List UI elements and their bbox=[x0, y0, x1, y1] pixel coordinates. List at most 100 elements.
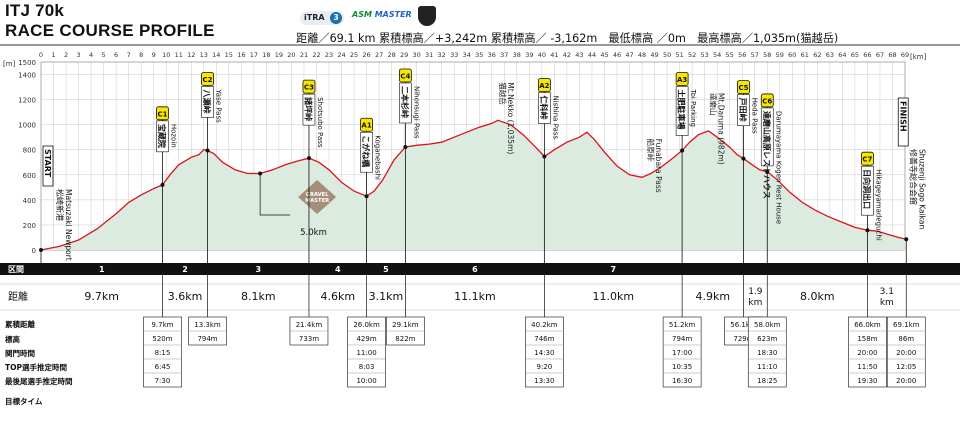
y-tick-label: 400 bbox=[23, 197, 36, 205]
x-tick-label: 63 bbox=[826, 51, 834, 59]
table-cell-value: 86m bbox=[898, 335, 914, 343]
x-tick-label: 6 bbox=[114, 51, 118, 59]
x-tick-label: 42 bbox=[563, 51, 571, 59]
x-tick-label: 39 bbox=[525, 51, 533, 59]
x-tick-label: 14 bbox=[212, 51, 220, 59]
y-tick-label: 0 bbox=[32, 247, 36, 255]
checkpoint-badge-label: C3 bbox=[304, 84, 314, 92]
table-row-label: 最後尾選手推定時間 bbox=[5, 376, 73, 386]
end-badge-text: FINISH bbox=[898, 101, 907, 132]
x-tick-label: 50 bbox=[663, 51, 671, 59]
table-cell-value: 58.0km bbox=[754, 321, 781, 329]
x-tick-label: 62 bbox=[813, 51, 821, 59]
waypoint-name-ja: 仁科峠 bbox=[539, 96, 549, 120]
y-tick-label: 1500 bbox=[18, 59, 36, 67]
waypoint-name-ja: 松崎新港 bbox=[55, 189, 65, 221]
x-tick-label: 67 bbox=[876, 51, 884, 59]
table-cell-value: 11:10 bbox=[757, 363, 777, 371]
waypoint-name-ja: 達磨山高原レストハウス bbox=[762, 111, 772, 199]
section-number: 2 bbox=[182, 265, 188, 274]
x-tick-label: 3 bbox=[76, 51, 80, 59]
x-tick-label: 38 bbox=[513, 51, 521, 59]
section-distance: km bbox=[880, 298, 894, 308]
table-cell-value: 9:20 bbox=[537, 363, 553, 371]
x-tick-label: 66 bbox=[863, 51, 871, 59]
x-tick-label: 29 bbox=[400, 51, 408, 59]
x-tick-label: 4 bbox=[89, 51, 93, 59]
x-tick-label: 68 bbox=[888, 51, 896, 59]
table-cell-value: 794m bbox=[672, 335, 692, 343]
x-tick-label: 17 bbox=[250, 51, 258, 59]
section-distance: 11.0km bbox=[592, 290, 634, 303]
table-cell-value: 623m bbox=[757, 335, 777, 343]
waypoint-name-ja: 宝蔵院 bbox=[157, 124, 167, 148]
table-cell-value: 14:30 bbox=[534, 349, 554, 357]
waypoint-name-en: Yase Pass bbox=[215, 88, 223, 123]
table-cell-value: 16:30 bbox=[672, 377, 692, 385]
checkpoint-badge-label: C4 bbox=[400, 72, 410, 80]
checkpoint-badge-label: C1 bbox=[157, 110, 167, 118]
section-number: 5 bbox=[383, 265, 389, 274]
peak-label-en: Funabara Pass bbox=[654, 139, 663, 193]
section-distance: 8.0km bbox=[800, 290, 835, 303]
waypoint-name-en: Nishina Pass bbox=[551, 96, 559, 140]
section-distance: 11.1km bbox=[454, 290, 496, 303]
x-tick-label: 33 bbox=[450, 51, 458, 59]
x-tick-label: 9 bbox=[152, 51, 156, 59]
waypoint-name-ja: 諸坪峠 bbox=[303, 97, 313, 121]
x-tick-label: 64 bbox=[838, 51, 846, 59]
target-time-label: 目標タイム bbox=[5, 396, 43, 406]
x-tick-label: 54 bbox=[713, 51, 721, 59]
x-tick-label: 41 bbox=[550, 51, 558, 59]
section-distance: 1.9 bbox=[748, 287, 763, 297]
distance-row-label: 距離 bbox=[8, 290, 28, 303]
y-tick-label: 200 bbox=[23, 222, 36, 230]
waypoint-dot bbox=[39, 248, 43, 252]
x-tick-label: 45 bbox=[600, 51, 608, 59]
y-tick-label: 800 bbox=[23, 147, 36, 155]
x-tick-label: 7 bbox=[127, 51, 131, 59]
table-cell-value: 12:05 bbox=[896, 363, 916, 371]
x-tick-label: 36 bbox=[488, 51, 496, 59]
table-cell-value: 8:03 bbox=[359, 363, 375, 371]
checkpoint-badge-label: A1 bbox=[361, 122, 371, 130]
x-tick-label: 1 bbox=[51, 51, 55, 59]
x-tick-label: 19 bbox=[275, 51, 283, 59]
table-cell-value: 7:30 bbox=[155, 377, 171, 385]
x-tick-label: 40 bbox=[538, 51, 546, 59]
x-tick-label: 0 bbox=[39, 51, 43, 59]
x-tick-label: 49 bbox=[650, 51, 658, 59]
x-tick-label: 35 bbox=[475, 51, 483, 59]
section-distance: 3.1km bbox=[369, 290, 404, 303]
y-tick-label: 600 bbox=[23, 172, 36, 180]
gravel-distance-label: 5.0km bbox=[300, 228, 327, 238]
section-distance: 4.6km bbox=[320, 290, 355, 303]
section-distance: 9.7km bbox=[84, 290, 119, 303]
x-axis-label: [km] bbox=[910, 53, 927, 61]
table-cell-value: 746m bbox=[534, 335, 554, 343]
table-cell-value: 822m bbox=[395, 335, 415, 343]
x-tick-label: 22 bbox=[312, 51, 320, 59]
section-distance: 3.6km bbox=[168, 290, 203, 303]
x-tick-label: 60 bbox=[788, 51, 796, 59]
x-tick-label: 34 bbox=[463, 51, 471, 59]
peak-label-en: Mt.Nekko (1,035m) bbox=[506, 82, 515, 154]
x-tick-label: 21 bbox=[300, 51, 308, 59]
x-tick-label: 5 bbox=[102, 51, 106, 59]
waypoint-name-ja: 日向洞出口 bbox=[862, 169, 872, 209]
peak-label-en: Mt.Daruma (982m) bbox=[716, 93, 725, 165]
x-tick-label: 26 bbox=[362, 51, 370, 59]
table-cell-value: 20:00 bbox=[857, 349, 877, 357]
x-tick-label: 56 bbox=[738, 51, 746, 59]
table-cell-value: 6:45 bbox=[155, 363, 171, 371]
waypoint-dot bbox=[904, 237, 909, 242]
waypoint-name-en: Darumayama Kogen Rest House bbox=[774, 111, 782, 224]
x-tick-label: 52 bbox=[688, 51, 696, 59]
table-cell-value: 29.1km bbox=[392, 321, 419, 329]
table-cell-value: 69.1km bbox=[893, 321, 920, 329]
section-number: 1 bbox=[99, 265, 105, 274]
section-number: 6 bbox=[472, 265, 478, 274]
waypoint-name-ja: 土肥駐車場 bbox=[677, 89, 687, 129]
table-cell-value: 520m bbox=[152, 335, 172, 343]
x-tick-label: 32 bbox=[438, 51, 446, 59]
